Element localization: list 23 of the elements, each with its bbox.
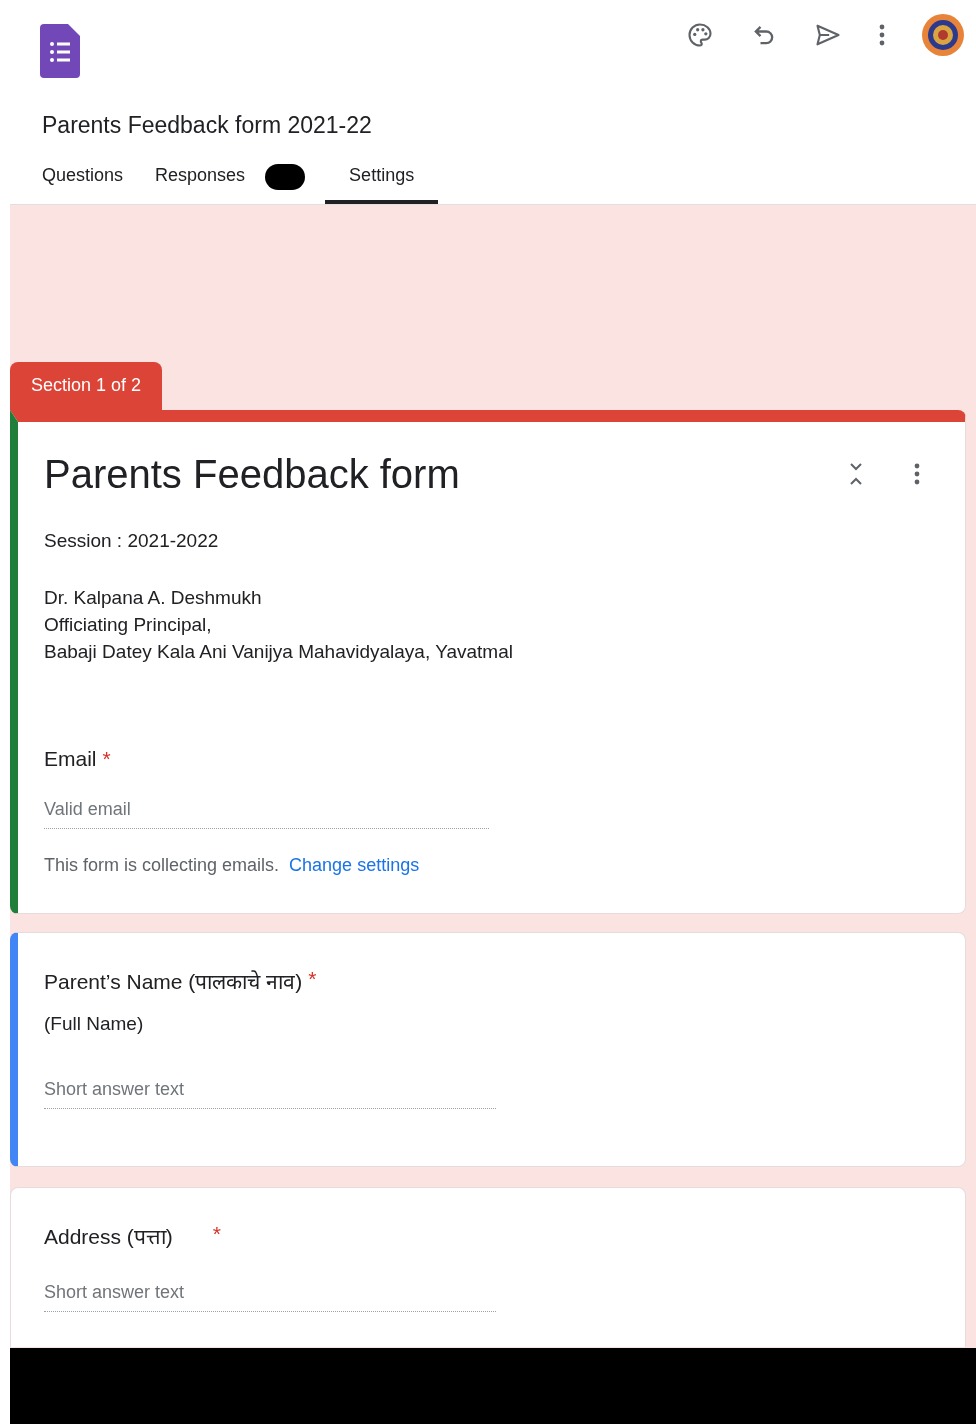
required-asterisk: * (102, 747, 111, 771)
form-title: Parents Feedback form 2021-22 (41, 111, 373, 139)
question-card[interactable]: Address (पत्ता) * Short answer text (10, 1187, 966, 1347)
collapse-icon[interactable] (849, 462, 863, 486)
question-description: (Full Name) (44, 1013, 145, 1035)
tab[interactable]: Questions (30, 159, 136, 204)
required-asterisk: * (212, 1222, 222, 1247)
palette-icon[interactable] (686, 21, 714, 49)
more-options-icon[interactable] (878, 23, 886, 47)
question-label: Parent’s Name (पालकाचे नाव) (44, 969, 303, 995)
question-card[interactable]: Parent’s Name (पालकाचे नाव) * (Full Name) Short answer text (10, 932, 966, 1167)
form-heading: Parents Feedback form (44, 452, 460, 497)
collecting-note: This form is collecting emails. (44, 855, 280, 876)
avatar-emblem-icon[interactable] (922, 14, 964, 56)
change-settings-link[interactable]: Change settings (289, 855, 420, 876)
question-label: Email (44, 747, 97, 771)
tab[interactable]: Responses (143, 159, 258, 204)
required-asterisk: * (308, 967, 317, 992)
question-label: Address (पत्ता) (44, 1224, 173, 1250)
more-options-icon[interactable] (913, 462, 921, 486)
form-description: Session : 2021-2022 (44, 529, 220, 553)
form-description: Dr. Kalpana A. Deshmukh Officiating Principal, Babaji Datey Kala Ani Vanijya Mahavidyalaya, Yavatmal (44, 586, 514, 664)
forms-logo-icon (40, 24, 80, 78)
